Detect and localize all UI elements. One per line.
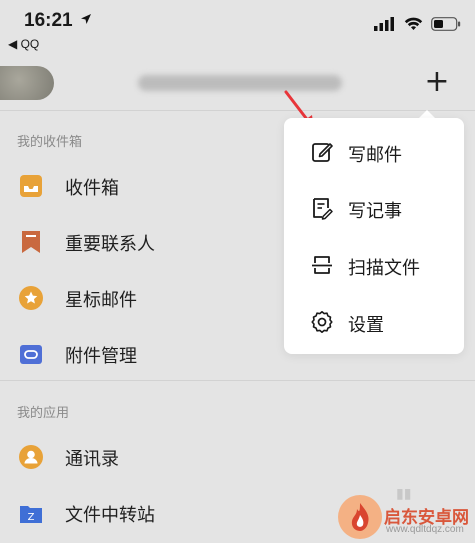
svg-text:Z: Z xyxy=(28,512,35,523)
wifi-icon xyxy=(404,17,423,30)
watermark-url: www.qdltdqz.com xyxy=(386,524,464,535)
note-icon xyxy=(313,198,333,220)
watermark: 启东安卓网 www.qdltdqz.com xyxy=(338,493,475,542)
menu-item-label: 设置 xyxy=(348,315,384,336)
status-bar: 16:21 ◀ QQ xyxy=(0,0,475,56)
menu-item-label: 写记事 xyxy=(348,201,402,222)
add-popup-menu: 写邮件 写记事 扫描文件 设置 xyxy=(284,118,464,354)
list-item-label: 通讯录 xyxy=(65,449,119,470)
list-item-contacts[interactable]: 通讯录 xyxy=(0,432,475,482)
contacts-icon xyxy=(19,445,43,469)
system-indicators xyxy=(374,17,461,31)
list-item-label: 文件中转站 xyxy=(65,505,155,526)
file-transfer-icon: Z xyxy=(20,506,42,523)
status-time: 16:21 xyxy=(24,10,73,31)
back-to-app-link[interactable]: ◀ QQ xyxy=(8,37,39,51)
section-title-inbox: 我的收件箱 xyxy=(17,135,83,150)
location-icon xyxy=(81,14,91,24)
menu-item-settings[interactable]: 设置 xyxy=(284,298,464,346)
inbox-icon xyxy=(20,175,42,197)
cellular-signal-icon xyxy=(374,17,394,31)
menu-item-scan[interactable]: 扫描文件 xyxy=(284,241,464,289)
menu-item-note[interactable]: 写记事 xyxy=(284,184,464,232)
menu-item-label: 扫描文件 xyxy=(348,258,420,279)
avatar[interactable] xyxy=(0,66,54,100)
list-item-label: 收件箱 xyxy=(65,178,119,199)
add-button[interactable]: + xyxy=(421,67,453,99)
compose-icon xyxy=(312,143,333,162)
section-divider xyxy=(0,380,475,381)
list-item-label: 星标邮件 xyxy=(65,290,137,311)
bookmark-icon xyxy=(22,231,40,253)
flame-icon xyxy=(351,503,369,531)
star-icon xyxy=(19,286,43,310)
gear-icon xyxy=(311,311,333,333)
account-header: + xyxy=(0,56,475,111)
scan-icon xyxy=(312,256,332,274)
list-item-label: 重要联系人 xyxy=(65,234,155,255)
watermark-logo xyxy=(338,495,382,539)
menu-item-label: 写邮件 xyxy=(348,145,402,166)
menu-item-compose[interactable]: 写邮件 xyxy=(284,128,464,176)
section-title-apps: 我的应用 xyxy=(17,406,70,421)
attachment-icon xyxy=(20,345,42,364)
battery-icon xyxy=(431,17,461,31)
list-item-label: 附件管理 xyxy=(65,346,137,367)
